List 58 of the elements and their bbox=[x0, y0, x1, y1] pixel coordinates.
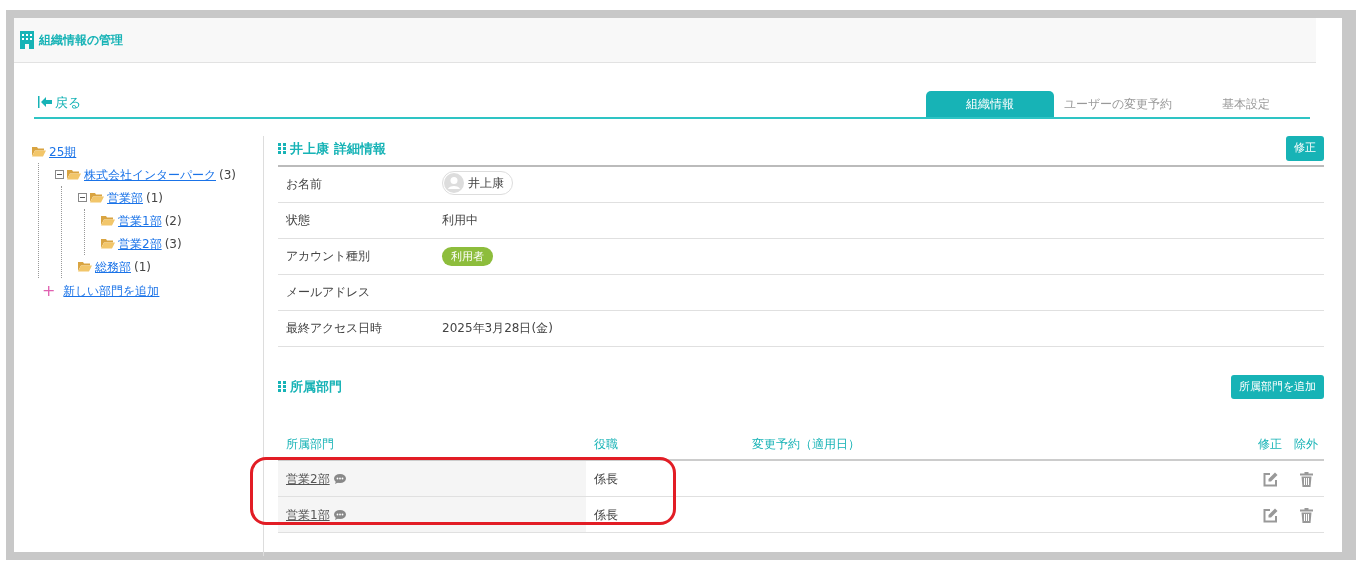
section-title: 井上康 詳細情報 bbox=[290, 139, 386, 158]
folder-icon bbox=[101, 238, 115, 249]
item-count: (3) bbox=[219, 166, 236, 184]
back-link[interactable]: 戻る bbox=[34, 92, 81, 117]
folder-icon bbox=[101, 215, 115, 226]
item-count: (1) bbox=[146, 189, 163, 207]
field-label: 状態 bbox=[285, 212, 311, 229]
add-affiliation-button[interactable]: 所属部門を追加 bbox=[1231, 374, 1324, 399]
item-count: (1) bbox=[134, 258, 151, 276]
item-count: (3) bbox=[164, 235, 182, 253]
edit-icon[interactable] bbox=[1262, 507, 1278, 523]
field-value: 利用中 bbox=[442, 213, 478, 227]
column-header: 修正 bbox=[1257, 436, 1283, 453]
field-label: アカウント種別 bbox=[285, 248, 371, 265]
edit-icon[interactable] bbox=[1262, 471, 1278, 487]
avatar-icon bbox=[444, 172, 464, 193]
tab[interactable]: 基本設定 bbox=[1182, 91, 1310, 117]
back-arrow-icon[interactable] bbox=[38, 96, 52, 109]
table-cell-text: 係長 bbox=[593, 506, 619, 524]
account-type-badge: 利用者 bbox=[442, 246, 493, 266]
folder-icon bbox=[90, 192, 104, 203]
tree-link[interactable]: 25期 bbox=[49, 142, 77, 161]
tree-link[interactable]: 営業部 bbox=[107, 188, 143, 207]
field-value: 2025年3月28日(金) bbox=[442, 321, 553, 335]
item-count: (2) bbox=[164, 212, 182, 230]
grip-icon bbox=[278, 142, 286, 154]
section-title: 所属部門 bbox=[290, 378, 342, 396]
grip-icon bbox=[278, 381, 286, 393]
department-link[interactable]: 営業1部 bbox=[286, 505, 330, 524]
tab[interactable]: 組織情報 bbox=[926, 91, 1054, 117]
column-header: 変更予約（適用日） bbox=[752, 436, 861, 453]
expand-toggle[interactable] bbox=[78, 193, 87, 202]
tree-link[interactable]: 株式会社インターパーク bbox=[84, 165, 216, 184]
folder-icon bbox=[78, 261, 92, 272]
field-label: 最終アクセス日時 bbox=[285, 320, 383, 337]
page-title: 組織情報の管理 bbox=[39, 32, 123, 49]
tree-link[interactable]: 営業1部 bbox=[118, 211, 162, 230]
tree-link[interactable]: 営業2部 bbox=[118, 234, 162, 253]
folder-icon bbox=[67, 169, 81, 180]
department-link[interactable]: 営業2部 bbox=[286, 469, 330, 488]
building-icon bbox=[20, 31, 34, 49]
comment-icon[interactable] bbox=[333, 473, 346, 484]
comment-icon[interactable] bbox=[333, 509, 346, 520]
table-cell-text: 係長 bbox=[593, 470, 619, 488]
edit-button[interactable]: 修正 bbox=[1286, 136, 1324, 161]
tree-link[interactable]: 総務部 bbox=[95, 257, 131, 276]
expand-toggle[interactable] bbox=[55, 170, 64, 179]
trash-icon[interactable] bbox=[1299, 471, 1313, 487]
tab[interactable]: ユーザーの変更予約 bbox=[1054, 91, 1182, 117]
column-header: 除外 bbox=[1293, 436, 1319, 453]
trash-icon[interactable] bbox=[1299, 507, 1313, 523]
field-label: メールアドレス bbox=[285, 284, 371, 301]
add-department-link[interactable]: 新しい部門を追加 bbox=[63, 282, 160, 300]
folder-icon bbox=[32, 146, 46, 157]
plus-icon: + bbox=[42, 283, 56, 299]
column-header: 所属部門 bbox=[285, 436, 335, 453]
field-label: お名前 bbox=[285, 176, 323, 193]
column-header: 役職 bbox=[593, 436, 619, 453]
